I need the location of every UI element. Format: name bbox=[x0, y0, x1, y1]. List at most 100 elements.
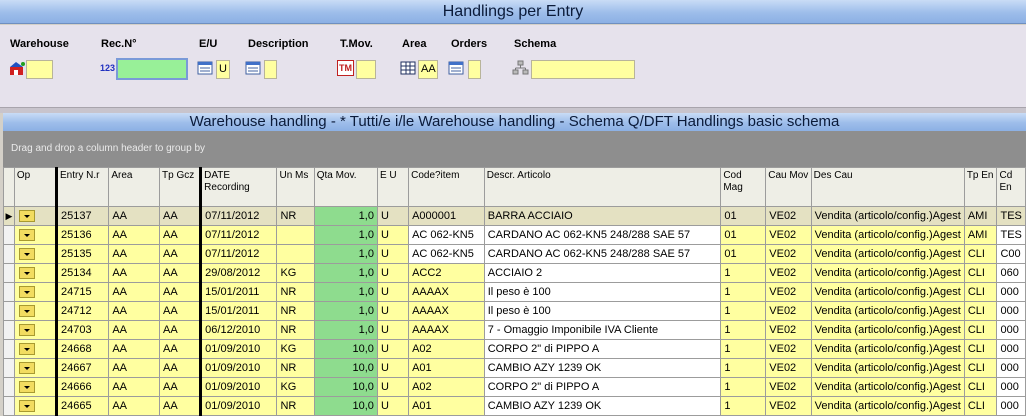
cau-cell[interactable]: VE02 bbox=[765, 301, 812, 321]
row-indicator[interactable] bbox=[3, 377, 15, 397]
area-cell[interactable]: AA bbox=[108, 263, 161, 283]
eu-cell[interactable]: U bbox=[376, 377, 410, 397]
qta-cell[interactable]: 10,0 bbox=[313, 377, 378, 397]
row-indicator[interactable] bbox=[3, 225, 15, 245]
e-u-list-icon[interactable] bbox=[197, 60, 214, 76]
eu-cell[interactable]: U bbox=[376, 339, 410, 359]
um-cell[interactable]: NR bbox=[276, 320, 315, 340]
column-header[interactable]: DATE Recording bbox=[199, 167, 278, 207]
table-row[interactable]: 24668 AA AA 01/09/2010 KG 10,0 U A02 CORPO 2" di… bbox=[3, 339, 1026, 359]
um-cell[interactable] bbox=[276, 244, 315, 264]
orders-list-icon[interactable] bbox=[448, 60, 465, 76]
date-cell[interactable]: 01/09/2010 bbox=[199, 339, 278, 359]
cau-cell[interactable]: VE02 bbox=[765, 206, 812, 226]
area-input[interactable]: AA bbox=[418, 60, 438, 79]
descr-cell[interactable]: Il peso è 100 bbox=[483, 282, 722, 302]
entry-cell[interactable]: 24668 bbox=[55, 339, 110, 359]
des-cell[interactable]: Vendita (articolo/config.)Agest bbox=[810, 377, 965, 397]
area-cell[interactable]: AA bbox=[108, 244, 161, 264]
cau-cell[interactable]: VE02 bbox=[765, 396, 812, 416]
row-operations-dropdown[interactable] bbox=[18, 381, 35, 393]
cden-cell[interactable]: 000 bbox=[996, 396, 1026, 416]
descr-cell[interactable]: CORPO 2" di PIPPO A bbox=[483, 339, 722, 359]
qta-cell[interactable]: 1,0 bbox=[313, 282, 378, 302]
area-cell[interactable]: AA bbox=[108, 320, 161, 340]
descr-cell[interactable]: ACCIAIO 2 bbox=[483, 263, 722, 283]
cden-cell[interactable]: 060 bbox=[996, 263, 1026, 283]
des-cell[interactable]: Vendita (articolo/config.)Agest bbox=[810, 358, 965, 378]
warehouse-icon[interactable] bbox=[9, 60, 26, 76]
column-header[interactable]: Descr. Articolo bbox=[483, 167, 722, 207]
mag-cell[interactable]: 1 bbox=[720, 320, 767, 340]
table-row[interactable]: 24712 AA AA 15/01/2011 NR 1,0 U AAAAX Il peso è … bbox=[3, 301, 1026, 321]
numbering-icon[interactable]: 123 bbox=[100, 60, 117, 76]
area-cell[interactable]: AA bbox=[108, 282, 161, 302]
um-cell[interactable]: NR bbox=[276, 206, 315, 226]
eu-cell[interactable]: U bbox=[376, 301, 410, 321]
um-cell[interactable]: NR bbox=[276, 301, 315, 321]
code-cell[interactable]: AAAAX bbox=[408, 282, 485, 302]
code-cell[interactable]: A02 bbox=[408, 377, 485, 397]
tpen-cell[interactable]: AMI bbox=[963, 206, 998, 226]
row-indicator[interactable] bbox=[3, 263, 15, 283]
um-cell[interactable]: NR bbox=[276, 396, 315, 416]
table-row[interactable]: 24703 AA AA 06/12/2010 NR 1,0 U AAAAX 7 - Omaggi… bbox=[3, 320, 1026, 340]
row-operations-dropdown[interactable] bbox=[18, 305, 35, 317]
mag-cell[interactable]: 1 bbox=[720, 339, 767, 359]
column-header[interactable]: Tp Gcz bbox=[159, 167, 202, 207]
entry-cell[interactable]: 24712 bbox=[55, 301, 110, 321]
descr-cell[interactable]: CAMBIO AZY 1239 OK bbox=[483, 396, 722, 416]
descr-cell[interactable]: BARRA ACCIAIO bbox=[483, 206, 722, 226]
date-cell[interactable]: 07/11/2012 bbox=[199, 225, 278, 245]
column-header[interactable]: Cod Mag bbox=[720, 167, 767, 207]
group-by-panel[interactable]: Drag and drop a column header to group b… bbox=[3, 131, 1026, 167]
tp-cell[interactable]: AA bbox=[159, 339, 202, 359]
date-cell[interactable]: 15/01/2011 bbox=[199, 282, 278, 302]
area-cell[interactable]: AA bbox=[108, 301, 161, 321]
tp-cell[interactable]: AA bbox=[159, 301, 202, 321]
column-header[interactable]: Un Ms bbox=[276, 167, 315, 207]
area-cell[interactable]: AA bbox=[108, 225, 161, 245]
row-operations-dropdown[interactable] bbox=[18, 210, 35, 222]
des-cell[interactable]: Vendita (articolo/config.)Agest bbox=[810, 320, 965, 340]
hierarchy-icon[interactable] bbox=[512, 60, 529, 76]
date-cell[interactable]: 07/11/2012 bbox=[199, 206, 278, 226]
area-cell[interactable]: AA bbox=[108, 377, 161, 397]
entry-cell[interactable]: 25134 bbox=[55, 263, 110, 283]
tpen-cell[interactable]: CLI bbox=[963, 377, 998, 397]
orders-input[interactable] bbox=[468, 60, 481, 79]
column-header[interactable]: E U bbox=[376, 167, 410, 207]
date-cell[interactable]: 01/09/2010 bbox=[199, 396, 278, 416]
mag-cell[interactable]: 1 bbox=[720, 263, 767, 283]
column-header[interactable]: Qta Mov. bbox=[313, 167, 378, 207]
qta-cell[interactable]: 1,0 bbox=[313, 301, 378, 321]
eu-cell[interactable]: U bbox=[376, 263, 410, 283]
qta-cell[interactable]: 1,0 bbox=[313, 320, 378, 340]
entry-cell[interactable]: 25137 bbox=[55, 206, 110, 226]
eu-cell[interactable]: U bbox=[376, 206, 410, 226]
cden-cell[interactable]: TES bbox=[996, 206, 1026, 226]
mag-cell[interactable]: 1 bbox=[720, 358, 767, 378]
row-indicator[interactable]: ▶ bbox=[3, 206, 15, 226]
row-operations-dropdown[interactable] bbox=[18, 324, 35, 336]
qta-cell[interactable]: 1,0 bbox=[313, 263, 378, 283]
code-cell[interactable]: AAAAX bbox=[408, 320, 485, 340]
qta-cell[interactable]: 10,0 bbox=[313, 358, 378, 378]
grid-icon[interactable] bbox=[400, 60, 417, 76]
column-header[interactable]: Entry N.r bbox=[55, 167, 110, 207]
tpen-cell[interactable]: CLI bbox=[963, 339, 998, 359]
des-cell[interactable]: Vendita (articolo/config.)Agest bbox=[810, 244, 965, 264]
cden-cell[interactable]: TES bbox=[996, 225, 1026, 245]
mag-cell[interactable]: 01 bbox=[720, 244, 767, 264]
tp-cell[interactable]: AA bbox=[159, 320, 202, 340]
entry-cell[interactable]: 25135 bbox=[55, 244, 110, 264]
eu-cell[interactable]: U bbox=[376, 244, 410, 264]
column-header[interactable]: Op bbox=[13, 167, 58, 207]
mag-cell[interactable]: 1 bbox=[720, 396, 767, 416]
descr-cell[interactable]: 7 - Omaggio Imponibile IVA Cliente bbox=[483, 320, 722, 340]
cden-cell[interactable]: 000 bbox=[996, 282, 1026, 302]
area-cell[interactable]: AA bbox=[108, 206, 161, 226]
row-operations-dropdown[interactable] bbox=[18, 248, 35, 260]
cden-cell[interactable]: 000 bbox=[996, 320, 1026, 340]
table-row[interactable]: 25134 AA AA 29/08/2012 KG 1,0 U ACC2 ACCIAIO 21V… bbox=[3, 263, 1026, 283]
